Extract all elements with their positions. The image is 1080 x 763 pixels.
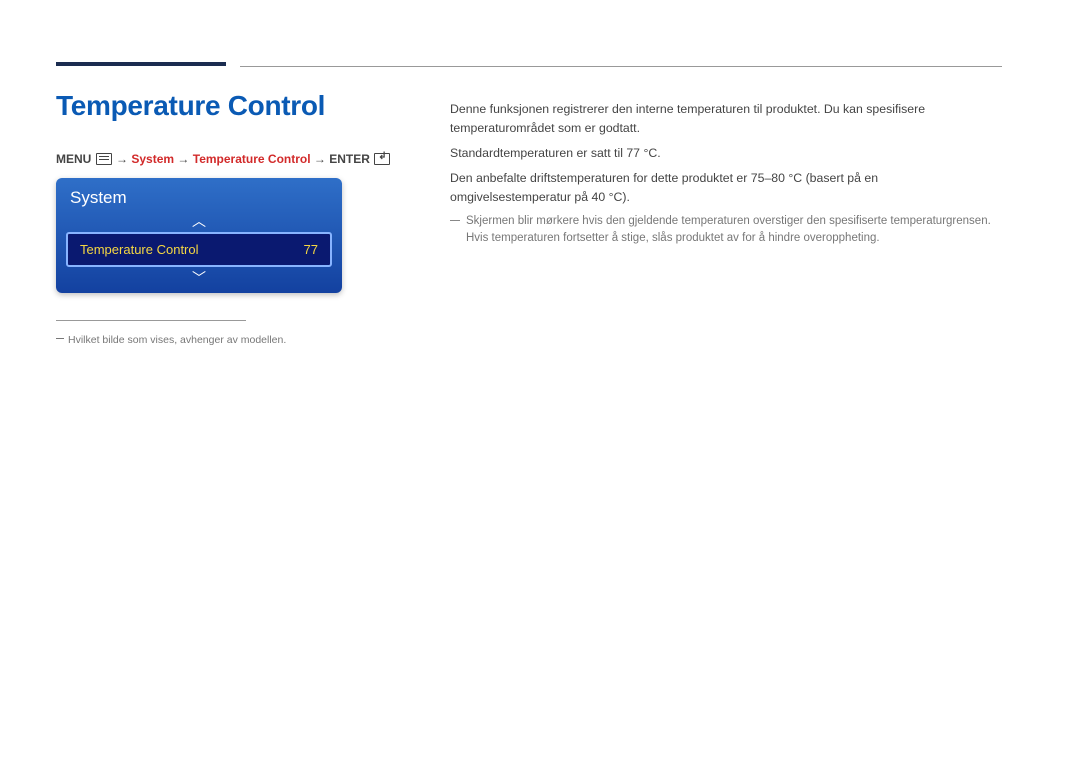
body-p3: Den anbefalte driftstemperaturen for det…: [450, 169, 1002, 207]
body-p1: Denne funksjonen registrerer den interne…: [450, 100, 1002, 138]
breadcrumb-arrow: →: [177, 152, 189, 166]
breadcrumb-enter: ENTER: [329, 152, 370, 166]
osd-selected-row[interactable]: Temperature Control 77: [66, 232, 332, 267]
page-title: Temperature Control: [56, 90, 325, 122]
enter-icon: [374, 153, 390, 165]
breadcrumb-menu: MENU: [56, 152, 91, 166]
arrow-down-button[interactable]: ﹀: [56, 269, 342, 287]
menu-icon: [96, 153, 112, 165]
body-subnote: Skjermen blir mørkere hvis den gjeldende…: [450, 213, 1002, 246]
osd-row-label: Temperature Control: [80, 242, 199, 257]
arrow-up-button[interactable]: ︿: [56, 212, 342, 230]
body-copy: Denne funksjonen registrerer den interne…: [450, 100, 1002, 247]
breadcrumb-arrow: →: [314, 152, 326, 166]
osd-row-value: 77: [304, 242, 318, 257]
body-subnote-text: Skjermen blir mørkere hvis den gjeldende…: [466, 213, 1002, 246]
footnote-text: Hvilket bilde som vises, avhenger av mod…: [68, 334, 286, 346]
breadcrumb-temp: Temperature Control: [193, 152, 311, 166]
breadcrumb-arrow: →: [116, 152, 128, 166]
footnote: Hvilket bilde som vises, avhenger av mod…: [56, 334, 286, 346]
body-p2: Standardtemperaturen er satt til 77 °C.: [450, 144, 1002, 163]
dash-icon: [450, 220, 460, 221]
osd-header: System: [56, 178, 342, 212]
header-rule: [240, 66, 1002, 67]
section-marker: [56, 62, 226, 66]
footnote-rule: [56, 320, 246, 321]
breadcrumb-system: System: [131, 152, 174, 166]
osd-panel: System ︿ Temperature Control 77 ﹀: [56, 178, 342, 293]
dash-icon: [56, 338, 64, 339]
breadcrumb: MENU → System → Temperature Control → EN…: [56, 152, 391, 166]
